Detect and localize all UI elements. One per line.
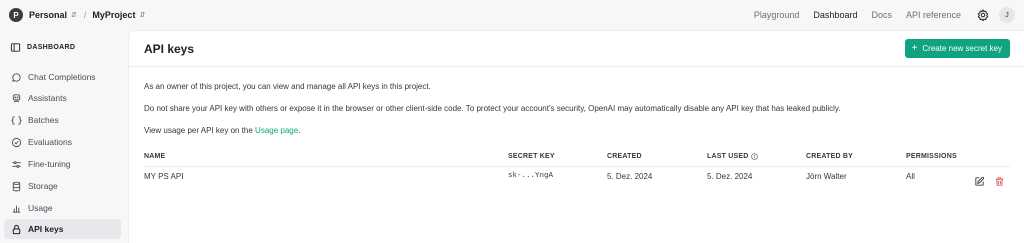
nav-docs[interactable]: Docs <box>871 10 892 20</box>
chevron-updown-icon: ⇵ <box>71 12 77 19</box>
nav-playground[interactable]: Playground <box>754 10 800 20</box>
main-panel: API keys + Create new secret key As an o… <box>128 30 1024 243</box>
plus-icon: + <box>911 43 918 54</box>
column-header-last-used-label: LAST USED <box>707 153 749 160</box>
page-header: API keys + Create new secret key <box>129 31 1024 67</box>
info-icon[interactable] <box>751 153 759 160</box>
created-by-cell: Jörn Walter <box>806 172 847 181</box>
sidebar-item-label: Batches <box>28 115 59 125</box>
sidebar: DASHBOARD Chat Completions Assistants Ba… <box>0 30 128 243</box>
project-name[interactable]: MyProject <box>92 10 135 20</box>
sliders-icon <box>11 159 22 170</box>
top-nav: Playground Dashboard Docs API reference … <box>740 0 1024 30</box>
create-secret-key-button[interactable]: + Create new secret key <box>904 39 1010 58</box>
sidebar-item-usage[interactable]: Usage <box>4 198 121 218</box>
table-header-divider <box>144 166 1010 167</box>
nav-api-reference[interactable]: API reference <box>906 10 961 20</box>
usage-info-prefix: View usage per API key on the <box>144 126 256 135</box>
chevron-updown-icon[interactable]: ⇵ <box>139 11 145 19</box>
breadcrumb-separator: / <box>83 10 87 20</box>
secret-key-cell: sk-...YngA <box>508 172 554 180</box>
column-header-last-used: LAST USED <box>707 153 759 160</box>
column-header-permissions: PERMISSIONS <box>906 153 957 160</box>
column-header-created: CREATED <box>607 153 642 160</box>
org-name: Personal <box>29 10 68 20</box>
batches-icon <box>11 115 22 126</box>
edit-icon[interactable] <box>974 176 985 187</box>
sidebar-item-label: Assistants <box>28 93 67 103</box>
sidebar-item-label: API keys <box>28 224 64 234</box>
evaluations-icon <box>11 137 22 148</box>
sidebar-item-evaluations[interactable]: Evaluations <box>4 132 121 152</box>
permissions-cell: All <box>906 172 915 181</box>
page-title: API keys <box>144 41 195 56</box>
sidebar-item-label: Fine-tuning <box>28 159 71 169</box>
org-avatar: P <box>9 8 23 22</box>
chat-bubble-icon <box>11 72 22 83</box>
sidebar-header-label: DASHBOARD <box>27 43 76 51</box>
gear-icon[interactable] <box>977 9 989 21</box>
security-warning-text: Do not share your API key with others or… <box>144 104 841 113</box>
key-name-cell: MY PS API <box>144 172 184 181</box>
column-header-secret-key: SECRET KEY <box>508 153 555 160</box>
created-cell: 5. Dez. 2024 <box>607 172 653 181</box>
last-used-cell: 5. Dez. 2024 <box>707 172 753 181</box>
sidebar-item-batches[interactable]: Batches <box>4 110 121 130</box>
usage-info-suffix: . <box>298 126 301 135</box>
sidebar-item-chat-completions[interactable]: Chat Completions <box>4 67 121 87</box>
database-icon <box>11 181 22 192</box>
top-bar: P Personal ⇵ / MyProject ⇵ Playground Da… <box>0 0 1024 30</box>
org-switcher[interactable]: P Personal ⇵ / MyProject ⇵ <box>9 8 145 22</box>
owner-info-text: As an owner of this project, you can vie… <box>144 82 431 91</box>
sidebar-item-label: Storage <box>28 181 58 191</box>
assistant-icon <box>11 93 22 104</box>
sidebar-item-label: Chat Completions <box>28 72 96 82</box>
sidebar-item-label: Usage <box>28 203 53 213</box>
sidebar-header: DASHBOARD <box>0 30 128 64</box>
sidebar-item-api-keys[interactable]: API keys <box>4 219 121 239</box>
trash-icon[interactable] <box>994 176 1005 187</box>
usage-info-text: View usage per API key on the Usage page… <box>144 126 300 135</box>
create-secret-key-label: Create new secret key <box>922 44 1002 53</box>
sidebar-item-storage[interactable]: Storage <box>4 176 121 196</box>
bar-chart-icon <box>11 203 22 214</box>
column-header-created-by: CREATED BY <box>806 153 853 160</box>
column-header-name: NAME <box>144 153 166 160</box>
sidebar-toggle-icon[interactable] <box>10 42 21 53</box>
lock-icon <box>11 224 22 235</box>
sidebar-item-fine-tuning[interactable]: Fine-tuning <box>4 154 121 174</box>
usage-page-link[interactable]: Usage page <box>255 126 298 135</box>
nav-dashboard[interactable]: Dashboard <box>813 10 857 20</box>
sidebar-item-assistants[interactable]: Assistants <box>4 88 121 108</box>
sidebar-item-label: Evaluations <box>28 137 72 147</box>
user-avatar[interactable]: J <box>999 7 1015 23</box>
